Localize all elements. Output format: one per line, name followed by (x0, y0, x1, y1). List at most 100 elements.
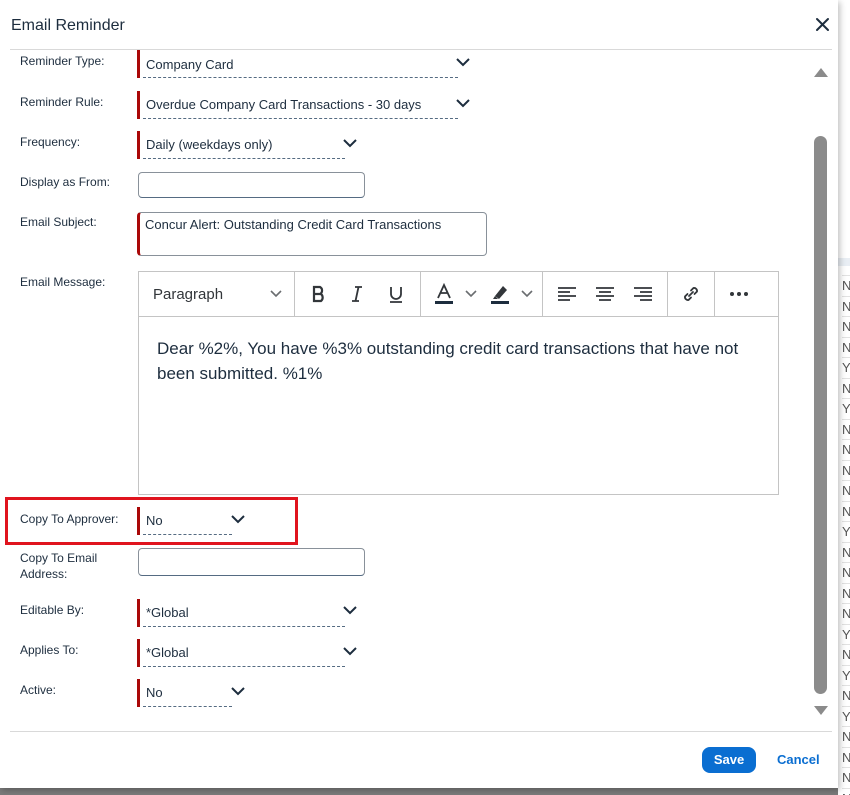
link-icon (684, 287, 698, 301)
email-reminder-dialog: Email Reminder Reminder Type: Company Ca… (0, 0, 838, 788)
applies-to-select[interactable]: *Global (137, 639, 345, 667)
toolbar-separator (714, 272, 715, 316)
chevron-down-icon[interactable] (342, 604, 358, 616)
toolbar-separator (667, 272, 668, 316)
background-table-cell: Y (842, 664, 850, 686)
copy-to-email-label-line2: Address: (20, 567, 68, 581)
align-left-button[interactable] (555, 282, 579, 306)
email-subject-value: Concur Alert: Outstanding Credit Card Tr… (145, 217, 442, 232)
align-right-icon (634, 287, 652, 301)
toolbar-separator (294, 272, 295, 316)
applies-to-label: Applies To: (20, 643, 79, 657)
copy-to-email-label-line1: Copy To Email (20, 551, 98, 565)
active-value: No (146, 685, 163, 700)
scrollbar-thumb[interactable] (814, 136, 827, 694)
reminder-type-select[interactable]: Company Card (137, 50, 458, 78)
chevron-down-icon[interactable] (342, 645, 358, 657)
chevron-down-icon[interactable] (455, 56, 471, 68)
rich-text-editor: Paragraph Dear %2%, You have %3% outstan… (138, 271, 779, 495)
reminder-rule-label: Reminder Rule: (20, 95, 104, 109)
save-button[interactable]: Save (702, 747, 756, 773)
background-table-cell: N (842, 377, 850, 399)
reminder-type-value: Company Card (146, 57, 234, 72)
background-table-cell: Y (842, 623, 850, 645)
copy-to-email-label: Copy To Email Address: (20, 550, 97, 582)
email-message-label: Email Message: (20, 275, 106, 289)
background-table-cell: N (842, 562, 850, 583)
background-table-cell: N (842, 582, 850, 604)
select-underline (143, 77, 458, 78)
annotation-highlight-box (5, 497, 298, 545)
background-table-cell: N (842, 439, 850, 460)
chevron-down-icon[interactable] (342, 137, 358, 149)
chevron-down-icon[interactable] (455, 97, 471, 109)
display-as-from-input[interactable] (138, 172, 365, 198)
frequency-value: Daily (weekdays only) (146, 137, 273, 152)
display-as-from-label: Display as From: (20, 175, 111, 189)
background-table-cell: Y (842, 398, 850, 419)
email-subject-label: Email Subject: (20, 215, 97, 229)
background-table-cell: N (842, 316, 850, 337)
align-center-button[interactable] (593, 282, 617, 306)
reminder-rule-value: Overdue Company Card Transactions - 30 d… (146, 97, 422, 112)
editable-by-label: Editable By: (20, 603, 85, 617)
close-button[interactable] (810, 12, 836, 38)
toolbar-separator (420, 272, 421, 316)
active-label: Active: (20, 683, 57, 697)
align-left-icon (558, 287, 576, 301)
paragraph-style-dropdown[interactable]: Paragraph (139, 282, 289, 306)
select-underline (143, 706, 232, 707)
background-table-cell: N (842, 336, 850, 358)
email-message-body[interactable]: Dear %2%, You have %3% outstanding credi… (157, 336, 757, 386)
bold-button[interactable] (307, 282, 331, 306)
font-color-dropdown[interactable] (463, 282, 479, 306)
form-scroll-area: Reminder Type: Company Card Reminder Rul… (0, 50, 812, 730)
frequency-select[interactable]: Daily (weekdays only) (137, 131, 345, 159)
select-underline (143, 626, 345, 627)
background-table-cell: N (842, 726, 850, 747)
dialog-title: Email Reminder (11, 17, 125, 34)
copy-to-email-input[interactable] (138, 548, 365, 576)
close-icon (816, 18, 829, 31)
select-underline (143, 158, 345, 159)
insert-link-button[interactable] (678, 282, 704, 306)
align-right-button[interactable] (631, 282, 655, 306)
background-table-cell: N (842, 295, 850, 317)
highlight-color-dropdown[interactable] (519, 282, 535, 306)
active-select[interactable]: No (137, 679, 232, 707)
more-icon (730, 292, 748, 296)
editable-by-select[interactable]: *Global (137, 599, 345, 627)
chevron-down-icon (521, 290, 533, 298)
background-table-cell: N (842, 275, 850, 296)
email-subject-input[interactable]: Concur Alert: Outstanding Credit Card Tr… (137, 212, 487, 256)
background-table-cell: N (842, 500, 850, 522)
chevron-down-icon[interactable] (230, 685, 246, 697)
cancel-button[interactable]: Cancel (777, 752, 820, 767)
chevron-down-icon (270, 290, 282, 298)
editor-toolbar: Paragraph (139, 272, 778, 317)
more-options-button[interactable] (726, 282, 752, 306)
background-table: NNNNYNYNNNNNYNNNNYNYNYNNNNY (838, 0, 850, 795)
background-table-cell: Y (842, 521, 850, 542)
scroll-down-arrow-icon[interactable] (813, 705, 829, 717)
chevron-down-icon (465, 290, 477, 298)
bold-icon (312, 285, 324, 303)
scroll-up-arrow-icon[interactable] (813, 66, 829, 78)
italic-button[interactable] (345, 282, 369, 306)
italic-icon (352, 286, 362, 302)
editable-by-value: *Global (146, 605, 189, 620)
font-color-icon (435, 283, 453, 304)
font-color-button[interactable] (429, 282, 459, 306)
background-table-header (838, 258, 850, 266)
underline-button[interactable] (384, 282, 408, 306)
applies-to-value: *Global (146, 645, 189, 660)
highlight-color-button[interactable] (485, 282, 515, 306)
background-table-cell: N (842, 787, 850, 795)
reminder-rule-select[interactable]: Overdue Company Card Transactions - 30 d… (137, 91, 458, 119)
reminder-type-label: Reminder Type: (20, 54, 105, 68)
background-table-cell: N (842, 418, 850, 440)
highlighter-icon (491, 286, 509, 304)
align-center-icon (596, 287, 614, 301)
frequency-label: Frequency: (20, 135, 81, 149)
background-table-cell: N (842, 685, 850, 706)
